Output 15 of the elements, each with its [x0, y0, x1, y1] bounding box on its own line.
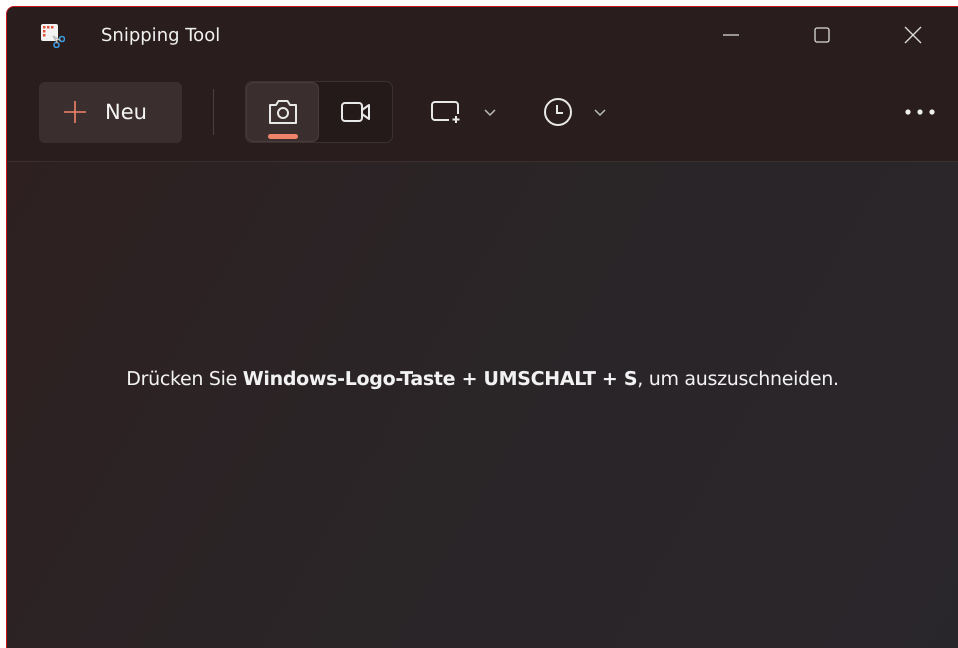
shortcut-hint: Drücken Sie Windows-Logo-Taste + UMSCHALT + S, um auszuschneiden. — [126, 368, 839, 390]
chevron-down-icon — [483, 107, 497, 117]
more-icon — [904, 108, 936, 116]
clock-icon — [543, 97, 573, 127]
maximize-icon — [812, 26, 830, 44]
video-camera-icon — [340, 100, 372, 124]
new-button[interactable]: Neu — [39, 82, 182, 142]
camera-icon — [266, 99, 298, 125]
window-title: Snipping Tool — [101, 24, 220, 46]
chevron-down-icon — [593, 107, 607, 117]
plus-icon — [63, 100, 87, 124]
camera-mode-button[interactable] — [246, 82, 319, 142]
close-icon — [904, 26, 922, 44]
minimize-icon — [722, 34, 740, 36]
app-icon — [39, 22, 65, 48]
